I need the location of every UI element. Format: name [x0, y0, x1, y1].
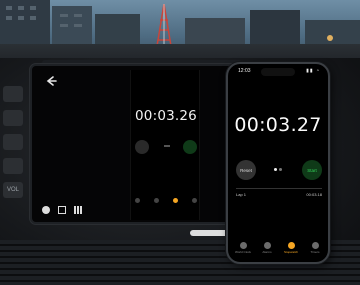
hard-button-2[interactable]	[3, 110, 23, 126]
hard-button-3[interactable]	[3, 134, 23, 150]
hard-button-1[interactable]	[3, 86, 23, 102]
tab-label: World Clock	[234, 250, 252, 254]
expand-icon[interactable]	[58, 206, 66, 214]
mirrored-tab-icon-active[interactable]	[173, 198, 178, 203]
lap-label: Lap 1	[236, 192, 247, 197]
mirrored-phone-display[interactable]: 00:03.26	[130, 70, 200, 220]
car-interior-scene: VOL 00:03.26 12:03 ▮▮ ◔ 00:03.27 Reset S…	[0, 0, 360, 285]
mirrored-tab-icon[interactable]	[154, 198, 159, 203]
timer-icon	[311, 242, 319, 249]
mirrored-reset-button[interactable]	[135, 140, 149, 154]
mirrored-page-indicator	[164, 145, 170, 147]
dashboard-knob[interactable]	[190, 230, 230, 236]
lap-time: 00:03.18	[306, 192, 322, 197]
hard-button-4[interactable]	[3, 158, 23, 174]
stopwatch-icon	[287, 242, 295, 249]
mirrored-tab-icon[interactable]	[135, 198, 140, 203]
alarm-icon	[263, 242, 271, 249]
tab-label: Stopwatch	[283, 250, 298, 254]
mirrored-stopwatch-time: 00:03.26	[135, 108, 197, 124]
page-dot-active	[274, 168, 277, 171]
grid-icon[interactable]	[74, 206, 82, 214]
status-bar-icons: ▮▮ ◔	[306, 68, 320, 74]
status-bar-time: 12:03	[238, 68, 251, 74]
stopwatch-time: 00:03.27	[234, 114, 322, 136]
reset-button[interactable]: Reset	[236, 160, 256, 180]
tab-alarms[interactable]: Alarms	[258, 242, 276, 254]
mirrored-tab-bar	[135, 198, 197, 203]
page-indicator	[272, 168, 284, 172]
tab-stopwatch[interactable]: Stopwatch	[282, 242, 300, 254]
volume-button[interactable]: VOL	[3, 182, 23, 198]
back-arrow-icon[interactable]	[44, 74, 58, 88]
globe-icon	[239, 242, 247, 249]
tab-label: Timers	[310, 250, 320, 254]
clock-tab-bar: World Clock Alarms Stopwatch Timers	[234, 242, 324, 254]
start-button[interactable]: Start	[302, 160, 322, 180]
lap-row: Lap 1 00:03.18	[236, 188, 322, 197]
car-screen-bottom-icons	[42, 204, 102, 216]
mirrored-start-button[interactable]	[183, 140, 197, 154]
tab-timers[interactable]: Timers	[306, 242, 324, 254]
circle-icon[interactable]	[42, 206, 50, 214]
tab-world-clock[interactable]: World Clock	[234, 242, 252, 254]
smartphone[interactable]: 12:03 ▮▮ ◔ 00:03.27 Reset Start Lap 1 00…	[226, 62, 330, 264]
left-control-panel: VOL	[0, 80, 26, 230]
page-dot	[279, 168, 282, 171]
tab-label: Alarms	[262, 250, 272, 254]
mirrored-tab-icon[interactable]	[192, 198, 197, 203]
dynamic-island	[261, 68, 295, 76]
car-infotainment-screen[interactable]: 00:03.26	[30, 64, 245, 224]
